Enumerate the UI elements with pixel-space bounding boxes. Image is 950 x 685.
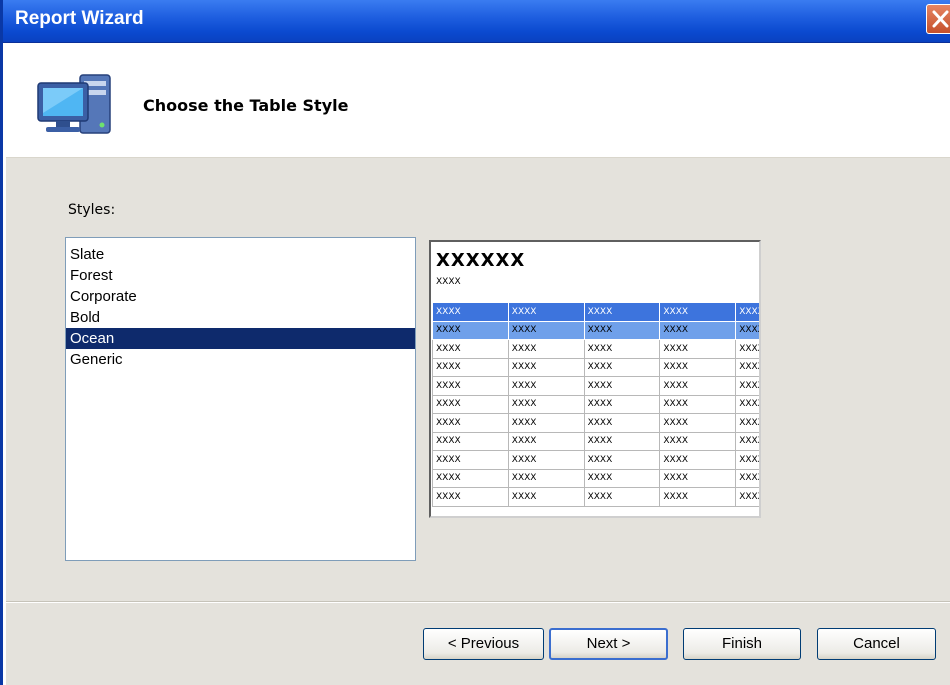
style-option-slate[interactable]: Slate (66, 244, 415, 265)
preview-cell: XXXX (432, 302, 509, 322)
styles-label: Styles: (68, 202, 116, 218)
preview-cell: XXXX (659, 468, 737, 488)
preview-cell: XXXX (507, 339, 585, 359)
preview-cell: XXXX (659, 339, 737, 359)
preview-cell: XXXX (507, 487, 585, 507)
preview-cell: XXXX (659, 431, 737, 451)
preview-row: XXXXXXXXXXXXXXXXXXXX (432, 394, 759, 414)
preview-cell: XXXX (432, 450, 509, 470)
preview-cell: XXXX (735, 376, 759, 396)
preview-row: XXXXXXXXXXXXXXXXXXXX (432, 302, 759, 322)
style-option-ocean[interactable]: Ocean (66, 328, 415, 349)
preview-cell: XXXX (735, 413, 759, 433)
style-option-forest[interactable]: Forest (66, 265, 415, 286)
style-option-generic[interactable]: Generic (66, 349, 415, 370)
preview-cell: XXXX (432, 487, 509, 507)
style-option-bold[interactable]: Bold (66, 307, 415, 328)
preview-cell: XXXX (735, 302, 759, 322)
preview-cell: XXXX (432, 468, 509, 488)
next-button[interactable]: Next > (549, 628, 668, 660)
preview-cell: XXXX (659, 394, 737, 414)
styles-listbox[interactable]: Slate Forest Corporate Bold Ocean Generi… (65, 237, 416, 561)
preview-cell: XXXX (659, 450, 737, 470)
wizard-content: Styles: Slate Forest Corporate Bold Ocea… (6, 158, 950, 685)
preview-cell: XXXX (735, 357, 759, 377)
preview-cell: XXXX (432, 357, 509, 377)
preview-row: XXXXXXXXXXXXXXXXXXXX (432, 468, 759, 488)
preview-cell: XXXX (507, 450, 585, 470)
preview-cell: XXXX (507, 431, 585, 451)
preview-cell: XXXX (432, 339, 509, 359)
preview-cell: XXXX (507, 320, 585, 340)
finish-button[interactable]: Finish (683, 628, 801, 660)
computer-icon (37, 74, 111, 134)
preview-cell: XXXX (659, 376, 737, 396)
preview-row: XXXXXXXXXXXXXXXXXXXX (432, 376, 759, 396)
preview-cell: XXXX (659, 413, 737, 433)
preview-row: XXXXXXXXXXXXXXXXXXXX (432, 357, 759, 377)
preview-row: XXXXXXXXXXXXXXXXXXXX (432, 320, 759, 340)
preview-cell: XXXX (432, 394, 509, 414)
preview-row: XXXXXXXXXXXXXXXXXXXX (432, 413, 759, 433)
preview-cell: XXXX (735, 468, 759, 488)
preview-cell: XXXX (507, 394, 585, 414)
preview-title: XXXXXX (436, 250, 526, 271)
preview-row: XXXXXXXXXXXXXXXXXXXX (432, 431, 759, 451)
preview-row: XXXXXXXXXXXXXXXXXXXX (432, 487, 759, 507)
preview-cell: XXXX (659, 302, 737, 322)
close-icon (932, 10, 949, 28)
preview-cell: XXXX (507, 413, 585, 433)
preview-cell: XXXX (735, 320, 759, 340)
close-button[interactable] (926, 4, 950, 34)
style-option-corporate[interactable]: Corporate (66, 286, 415, 307)
window-title: Report Wizard (15, 8, 144, 29)
preview-cell: XXXX (583, 302, 661, 322)
preview-cell: XXXX (735, 450, 759, 470)
preview-cell: XXXX (432, 320, 509, 340)
preview-cell: XXXX (583, 339, 661, 359)
preview-cell: XXXX (507, 357, 585, 377)
preview-cell: XXXX (432, 413, 509, 433)
preview-cell: XXXX (659, 357, 737, 377)
preview-cell: XXXX (735, 431, 759, 451)
preview-cell: XXXX (583, 468, 661, 488)
preview-cell: XXXX (659, 487, 737, 507)
preview-cell: XXXX (507, 468, 585, 488)
preview-cell: XXXX (659, 320, 737, 340)
preview-row: XXXXXXXXXXXXXXXXXXXX (432, 450, 759, 470)
preview-subtitle: XXXX (436, 277, 461, 287)
preview-cell: XXXX (507, 302, 585, 322)
preview-cell: XXXX (583, 320, 661, 340)
footer-divider (6, 601, 950, 603)
preview-cell: XXXX (583, 450, 661, 470)
wizard-header: Choose the Table Style (6, 43, 950, 158)
style-preview: XXXXXX XXXX XXXX XXXX XXXX XXXX XXX XXXX XXXX X… (429, 240, 761, 518)
preview-cell: XXXX (735, 339, 759, 359)
cancel-button[interactable]: Cancel (817, 628, 936, 660)
preview-cell: XXXX (735, 394, 759, 414)
preview-cell: XXXX (583, 487, 661, 507)
preview-cell: XXXX (583, 413, 661, 433)
previous-button[interactable]: < Previous (423, 628, 544, 660)
preview-cell: XXXX (583, 357, 661, 377)
preview-cell: XXXX (583, 431, 661, 451)
page-title: Choose the Table Style (143, 96, 349, 115)
preview-cell: XXXX (583, 376, 661, 396)
preview-row: XXXXXXXXXXXXXXXXXXXX (432, 339, 759, 359)
preview-cell: XXXX (583, 394, 661, 414)
preview-cell: XXXX (432, 376, 509, 396)
preview-table: XXXX XXXX XXXX XXXX XXX XXXX XXXX XXXX XXXX XXX XX… (432, 302, 759, 507)
title-bar: Report Wizard (3, 0, 950, 43)
preview-cell: XXXX (507, 376, 585, 396)
preview-cell: XXXX (735, 487, 759, 507)
preview-cell: XXXX (432, 431, 509, 451)
report-wizard-window: Report Wizard Choose the Table Style Sty… (0, 0, 950, 685)
